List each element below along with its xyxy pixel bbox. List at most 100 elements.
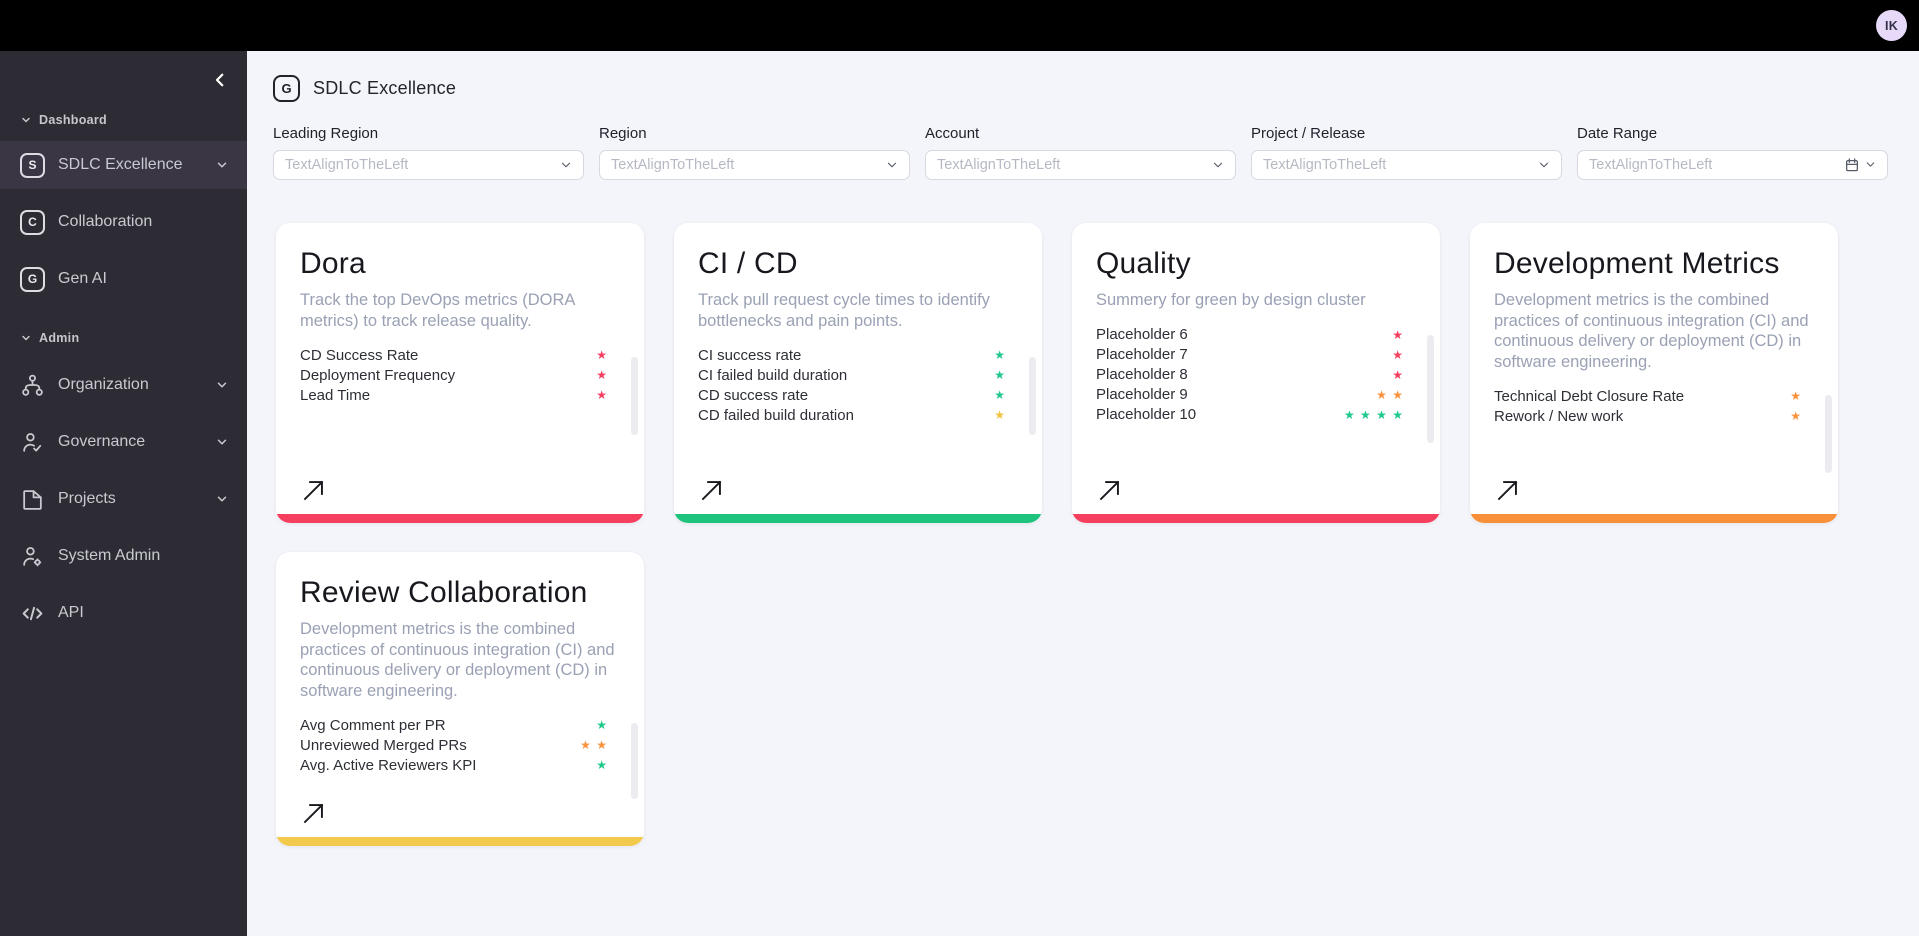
metric-name: Avg. Active Reviewers KPI <box>300 756 477 774</box>
card-description: Development metrics is the combined prac… <box>1494 291 1809 371</box>
metric-name: Placeholder 9 <box>1096 386 1188 403</box>
sidebar-item-label: System Admin <box>58 547 161 564</box>
open-card-arrow-icon[interactable] <box>300 800 327 827</box>
metric-row: CD failed build duration ★ <box>698 405 1018 425</box>
code-brackets-icon <box>22 606 43 620</box>
card-description: Track pull request cycle times to identi… <box>698 291 990 330</box>
section-label-text: Dashboard <box>39 113 107 127</box>
metric-row: CI failed build duration ★ <box>698 365 1018 385</box>
card-scrollbar[interactable] <box>1029 357 1036 435</box>
sidebar-section-admin[interactable]: Admin <box>0 331 247 345</box>
collaboration-icon: C <box>20 209 45 235</box>
metric-name: CD success rate <box>698 386 809 404</box>
avatar[interactable]: IK <box>1876 10 1907 41</box>
sidebar-item-label: Gen AI <box>58 270 107 287</box>
sidebar-item-projects[interactable]: Projects <box>0 475 247 523</box>
card-dora: Dora Track the top DevOps metrics (DORA … <box>276 223 644 523</box>
card-ci-cd: CI / CD Track pull request cycle times t… <box>674 223 1042 523</box>
filter-label: Account <box>925 125 980 142</box>
metric-list: Avg Comment per PR ★ Unreviewed Merged P… <box>300 715 620 775</box>
metric-row: Placeholder 10 ★ ★ ★ ★ <box>1096 405 1416 425</box>
star-rating: ★ ★ <box>580 738 608 752</box>
top-bar: IK <box>0 0 1919 51</box>
open-card-arrow-icon[interactable] <box>698 477 725 504</box>
sidebar-item-label: Collaboration <box>58 213 153 230</box>
metric-name: Placeholder 7 <box>1096 346 1188 363</box>
date-range-input[interactable] <box>1577 150 1888 180</box>
filter-project-release: Project / Release <box>1251 125 1562 180</box>
metric-name: Avg Comment per PR <box>300 716 446 734</box>
chevron-down-icon <box>22 117 30 123</box>
metric-list: CI success rate ★ CI failed build durati… <box>698 345 1018 425</box>
account-select[interactable] <box>925 150 1236 180</box>
metric-name: CI success rate <box>698 346 802 364</box>
metric-name: Unreviewed Merged PRs <box>300 736 467 754</box>
metric-name: CD Success Rate <box>300 346 419 364</box>
star-rating: ★ ★ ★ ★ <box>1343 407 1404 422</box>
card-quality: Quality Summery for green by design clus… <box>1072 223 1440 523</box>
metric-name: CD failed build duration <box>698 406 854 424</box>
metric-row: Deployment Frequency ★ <box>300 365 620 385</box>
sidebar-item-api[interactable]: API <box>0 589 247 637</box>
open-card-arrow-icon[interactable] <box>300 477 327 504</box>
metric-row: Placeholder 8 ★ <box>1096 365 1416 385</box>
metric-row: Rework / New work ★ <box>1494 406 1814 426</box>
star-rating: ★ <box>1790 389 1802 403</box>
star-rating: ★ <box>1392 347 1404 362</box>
card-scrollbar[interactable] <box>1825 395 1832 473</box>
open-card-arrow-icon[interactable] <box>1096 477 1123 504</box>
filter-region: Region <box>599 125 910 180</box>
org-chart-icon <box>22 374 43 396</box>
card-review-collaboration: Review Collaboration Development metrics… <box>276 552 644 846</box>
card-grid: Dora Track the top DevOps metrics (DORA … <box>276 223 1842 846</box>
sidebar-item-sdlc-excellence[interactable]: S SDLC Excellence <box>0 141 247 189</box>
star-rating: ★ <box>596 368 608 382</box>
card-accent-bar <box>276 514 644 523</box>
card-title: CI / CD <box>698 247 798 280</box>
star-rating: ★ <box>994 348 1006 362</box>
filter-account: Account <box>925 125 1236 180</box>
sidebar-item-governance[interactable]: Governance <box>0 418 247 466</box>
chevron-left-icon <box>215 73 224 87</box>
file-icon <box>23 489 42 510</box>
metric-row: Avg. Active Reviewers KPI ★ <box>300 755 620 775</box>
card-scrollbar[interactable] <box>1427 335 1434 443</box>
metric-row: CD Success Rate ★ <box>300 345 620 365</box>
metric-row: Placeholder 9 ★ ★ <box>1096 385 1416 405</box>
metric-list: CD Success Rate ★ Deployment Frequency ★… <box>300 345 620 405</box>
gen-ai-icon: G <box>20 266 45 292</box>
star-rating: ★ <box>994 388 1006 402</box>
star-rating: ★ <box>1790 409 1802 423</box>
card-scrollbar[interactable] <box>631 723 638 799</box>
sidebar-collapse-button[interactable] <box>209 69 231 91</box>
filter-bar: Leading Region Region Account Project / … <box>273 125 1893 180</box>
chevron-down-icon <box>217 382 227 388</box>
card-accent-bar <box>276 837 644 846</box>
sidebar-item-gen-ai[interactable]: G Gen AI <box>0 255 247 303</box>
open-card-arrow-icon[interactable] <box>1494 477 1521 504</box>
sidebar-item-collaboration[interactable]: C Collaboration <box>0 198 247 246</box>
metric-name: Placeholder 6 <box>1096 326 1188 343</box>
chevron-down-icon <box>217 496 227 502</box>
metric-name: Lead Time <box>300 386 371 404</box>
metric-row: CI success rate ★ <box>698 345 1018 365</box>
card-scrollbar[interactable] <box>631 357 638 435</box>
card-development-metrics: Development Metrics Development metrics … <box>1470 223 1838 523</box>
sidebar-item-label: Projects <box>58 490 116 507</box>
sidebar-item-label: Organization <box>58 376 149 393</box>
sidebar-section-dashboard[interactable]: Dashboard <box>0 113 247 127</box>
person-gear-icon <box>23 546 42 566</box>
star-rating: ★ <box>1392 327 1404 342</box>
metric-row: Lead Time ★ <box>300 385 620 405</box>
metric-list: Placeholder 6 ★ Placeholder 7 ★ Placehol… <box>1096 325 1416 425</box>
project-release-select[interactable] <box>1251 150 1562 180</box>
leading-region-select[interactable] <box>273 150 584 180</box>
sidebar-item-system-admin[interactable]: System Admin <box>0 532 247 580</box>
chevron-down-icon <box>217 439 227 445</box>
metric-row: Unreviewed Merged PRs ★ ★ <box>300 735 620 755</box>
card-title: Development Metrics <box>1494 247 1780 280</box>
region-select[interactable] <box>599 150 910 180</box>
sidebar: Dashboard S SDLC Excellence C Collaborat… <box>0 51 247 936</box>
chevron-down-icon <box>22 335 30 341</box>
sidebar-item-organization[interactable]: Organization <box>0 361 247 409</box>
